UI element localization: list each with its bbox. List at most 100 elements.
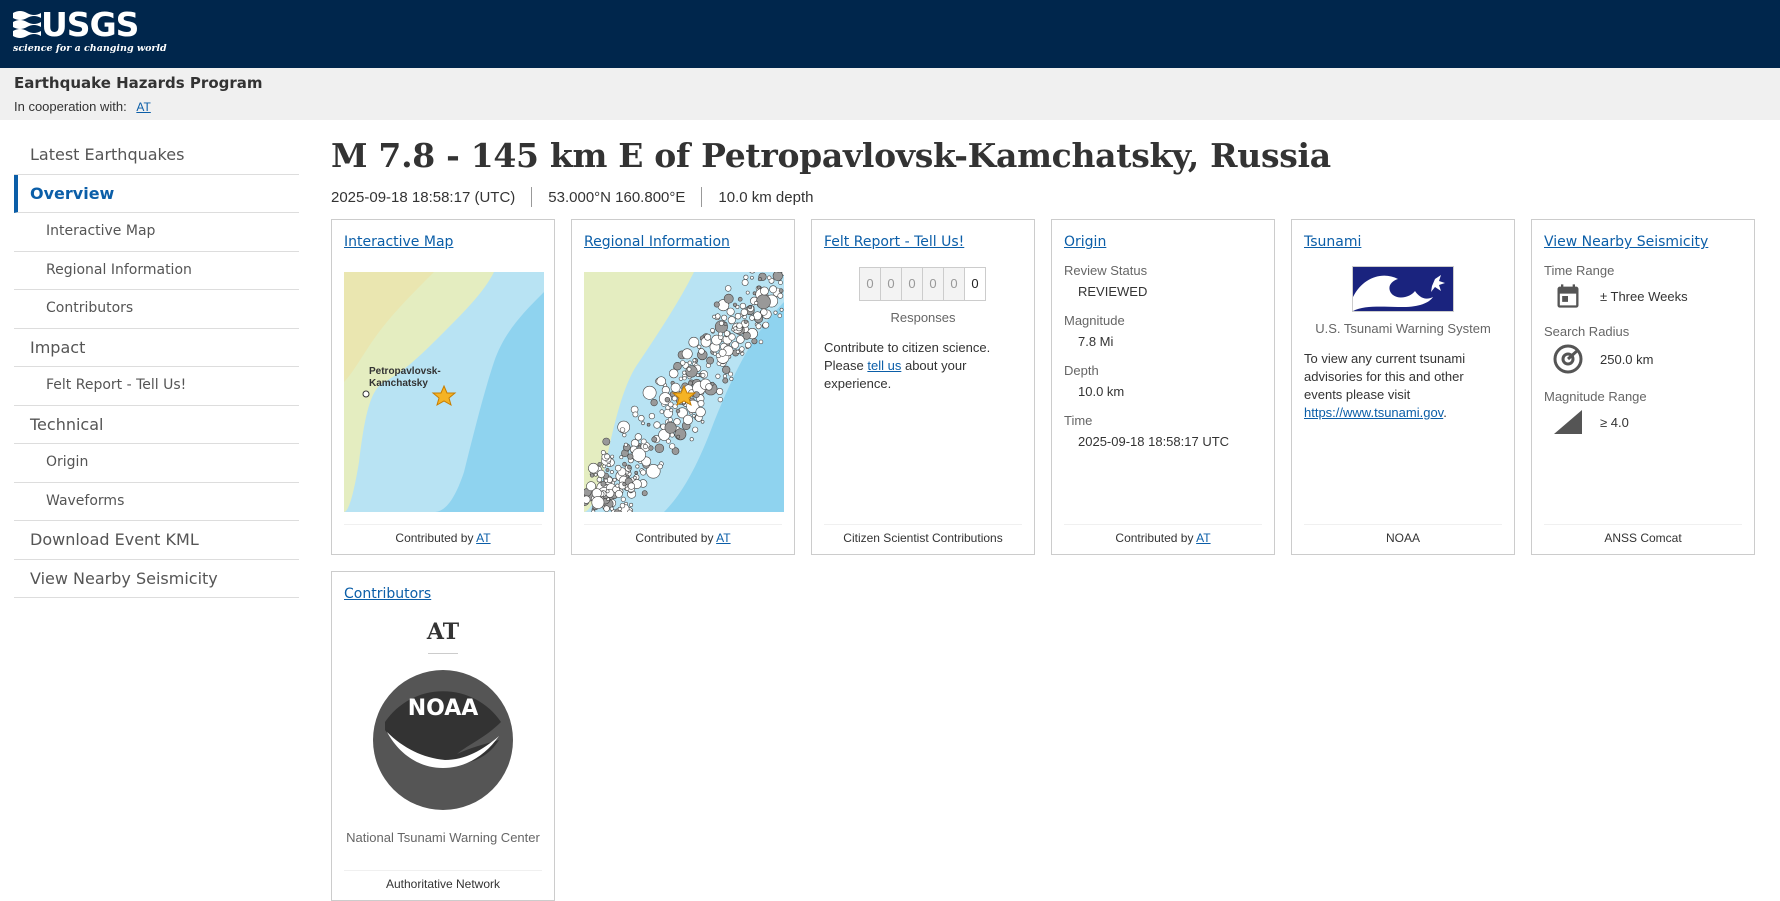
earthquake-dot xyxy=(733,303,737,307)
earthquake-dot xyxy=(693,392,699,398)
earthquake-dot xyxy=(729,372,733,376)
regional-information-link[interactable]: Regional Information xyxy=(584,234,730,250)
time-range-label: Time Range xyxy=(1544,263,1742,278)
felt-description: Contribute to citizen science. Please te… xyxy=(824,339,1022,393)
earthquake-dot xyxy=(741,309,748,316)
earthquake-dot xyxy=(745,342,751,348)
footer-prefix: Contributed by xyxy=(1115,531,1193,545)
earthquake-dot xyxy=(750,276,753,279)
sidebar-item-regional-information[interactable]: Regional Information xyxy=(14,252,299,291)
earthquake-dot xyxy=(719,321,723,325)
earthquake-dot xyxy=(750,315,755,320)
earthquake-dot xyxy=(723,378,728,383)
earthquake-dot xyxy=(706,384,713,391)
earthquake-dot xyxy=(598,470,605,477)
nearby-seismicity-link[interactable]: View Nearby Seismicity xyxy=(1544,234,1708,250)
earthquake-dot xyxy=(655,444,664,453)
sidebar-item-impact[interactable]: Impact xyxy=(14,329,299,368)
cooperation-link[interactable]: AT xyxy=(136,100,150,114)
contributors-link[interactable]: Contributors xyxy=(344,586,431,602)
counter-digit: 0 xyxy=(943,267,965,301)
regional-map-thumbnail[interactable] xyxy=(584,272,784,512)
site-header: USGS science for a changing world xyxy=(0,0,1780,68)
earthquake-dot xyxy=(610,507,613,510)
interactive-map-link[interactable]: Interactive Map xyxy=(344,234,453,250)
usgs-logo[interactable]: USGS science for a changing world xyxy=(13,7,143,55)
footer-prefix: Contributed by xyxy=(635,531,713,545)
earthquake-dot xyxy=(604,506,610,512)
earthquake-dot xyxy=(740,303,746,309)
contributor-link[interactable]: AT xyxy=(1196,531,1210,545)
earthquake-dot xyxy=(689,337,699,347)
card-nearby-seismicity: View Nearby Seismicity Time Range ± Thre… xyxy=(1531,219,1755,555)
origin-link[interactable]: Origin xyxy=(1064,234,1106,250)
contributor-link[interactable]: AT xyxy=(716,531,730,545)
tsunami-gov-link[interactable]: https://www.tsunami.gov xyxy=(1304,405,1443,420)
earthquake-dot xyxy=(693,427,698,432)
earthquake-dot xyxy=(632,448,645,461)
earthquake-dot xyxy=(723,374,726,377)
earthquake-dot xyxy=(643,444,647,448)
earthquake-dot xyxy=(742,279,748,285)
sidebar-item-interactive-map[interactable]: Interactive Map xyxy=(14,213,299,252)
earthquake-dot xyxy=(649,413,655,419)
sidebar-item-waveforms[interactable]: Waveforms xyxy=(14,483,299,522)
earthquake-dot xyxy=(719,349,726,356)
card-origin: Origin Review Status REVIEWED Magnitude … xyxy=(1051,219,1275,555)
sidebar-nav: Latest Earthquakes Overview Interactive … xyxy=(14,136,299,598)
earthquake-dot xyxy=(760,287,768,295)
meta-divider xyxy=(701,187,702,207)
earthquake-dot xyxy=(773,272,783,281)
tsunami-footer: NOAA xyxy=(1304,524,1502,545)
earthquake-dot xyxy=(735,313,741,319)
program-title: Earthquake Hazards Program xyxy=(14,74,1766,92)
event-time: 2025-09-18 18:58:17 (UTC) xyxy=(331,189,515,206)
card-interactive-map: Interactive Map Petropavlovsk- Kamchatsk… xyxy=(331,219,555,555)
responses-label: Responses xyxy=(824,310,1022,325)
main-content: M 7.8 - 145 km E of Petropavlovsk-Kamcha… xyxy=(331,136,1761,207)
sidebar-item-latest-earthquakes[interactable]: Latest Earthquakes xyxy=(14,136,299,175)
tsunami-text: . xyxy=(1443,405,1447,420)
earthquake-dot xyxy=(748,305,751,308)
interactive-map-thumbnail[interactable]: Petropavlovsk- Kamchatsky xyxy=(344,272,544,512)
sidebar-item-contributors[interactable]: Contributors xyxy=(14,290,299,329)
earthquake-dot xyxy=(668,402,673,407)
earthquake-dot xyxy=(597,477,602,482)
earthquake-dot xyxy=(730,377,733,380)
earthquake-dot xyxy=(642,422,645,425)
earthquake-dot xyxy=(722,315,727,320)
earthquake-dot xyxy=(716,374,720,378)
cooperation-label: In cooperation with: xyxy=(14,99,127,114)
earthquake-dot xyxy=(692,414,695,417)
tsunami-link[interactable]: Tsunami xyxy=(1304,234,1361,250)
contributor-link[interactable]: AT xyxy=(476,531,490,545)
earthquake-dot xyxy=(613,478,616,481)
earthquake-dot xyxy=(728,316,735,323)
magnitude-range-label: Magnitude Range xyxy=(1544,389,1742,404)
earthquake-dot xyxy=(620,503,625,508)
sidebar-item-felt-report[interactable]: Felt Report - Tell Us! xyxy=(14,367,299,406)
sidebar-item-origin[interactable]: Origin xyxy=(14,444,299,483)
earthquake-dot xyxy=(715,314,720,319)
earthquake-dot xyxy=(641,470,646,475)
sidebar-item-technical[interactable]: Technical xyxy=(14,406,299,445)
earthquake-dot xyxy=(679,377,683,381)
sidebar-item-download-kml[interactable]: Download Event KML xyxy=(14,521,299,560)
tell-us-link[interactable]: tell us xyxy=(867,358,901,373)
earthquake-dot xyxy=(621,497,625,501)
earthquake-dot xyxy=(778,314,782,318)
counter-digit: 0 xyxy=(880,267,902,301)
time-range-value: ± Three Weeks xyxy=(1600,289,1688,304)
earthquake-dot xyxy=(763,322,769,328)
logo-tagline: science for a changing world xyxy=(13,43,167,54)
earthquake-dot xyxy=(641,439,646,444)
earthquake-dot xyxy=(780,308,783,311)
magnitude-range-row: ≥ 4.0 xyxy=(1544,408,1742,436)
earthquake-dot xyxy=(642,491,647,496)
earthquake-dot xyxy=(683,376,687,380)
felt-report-link[interactable]: Felt Report - Tell Us! xyxy=(824,234,964,250)
sidebar-item-nearby-seismicity[interactable]: View Nearby Seismicity xyxy=(14,560,299,599)
magnitude-label: Magnitude xyxy=(1064,313,1262,328)
sidebar-item-overview[interactable]: Overview xyxy=(14,175,299,214)
card-regional-information: Regional Information Contributed by AT xyxy=(571,219,795,555)
